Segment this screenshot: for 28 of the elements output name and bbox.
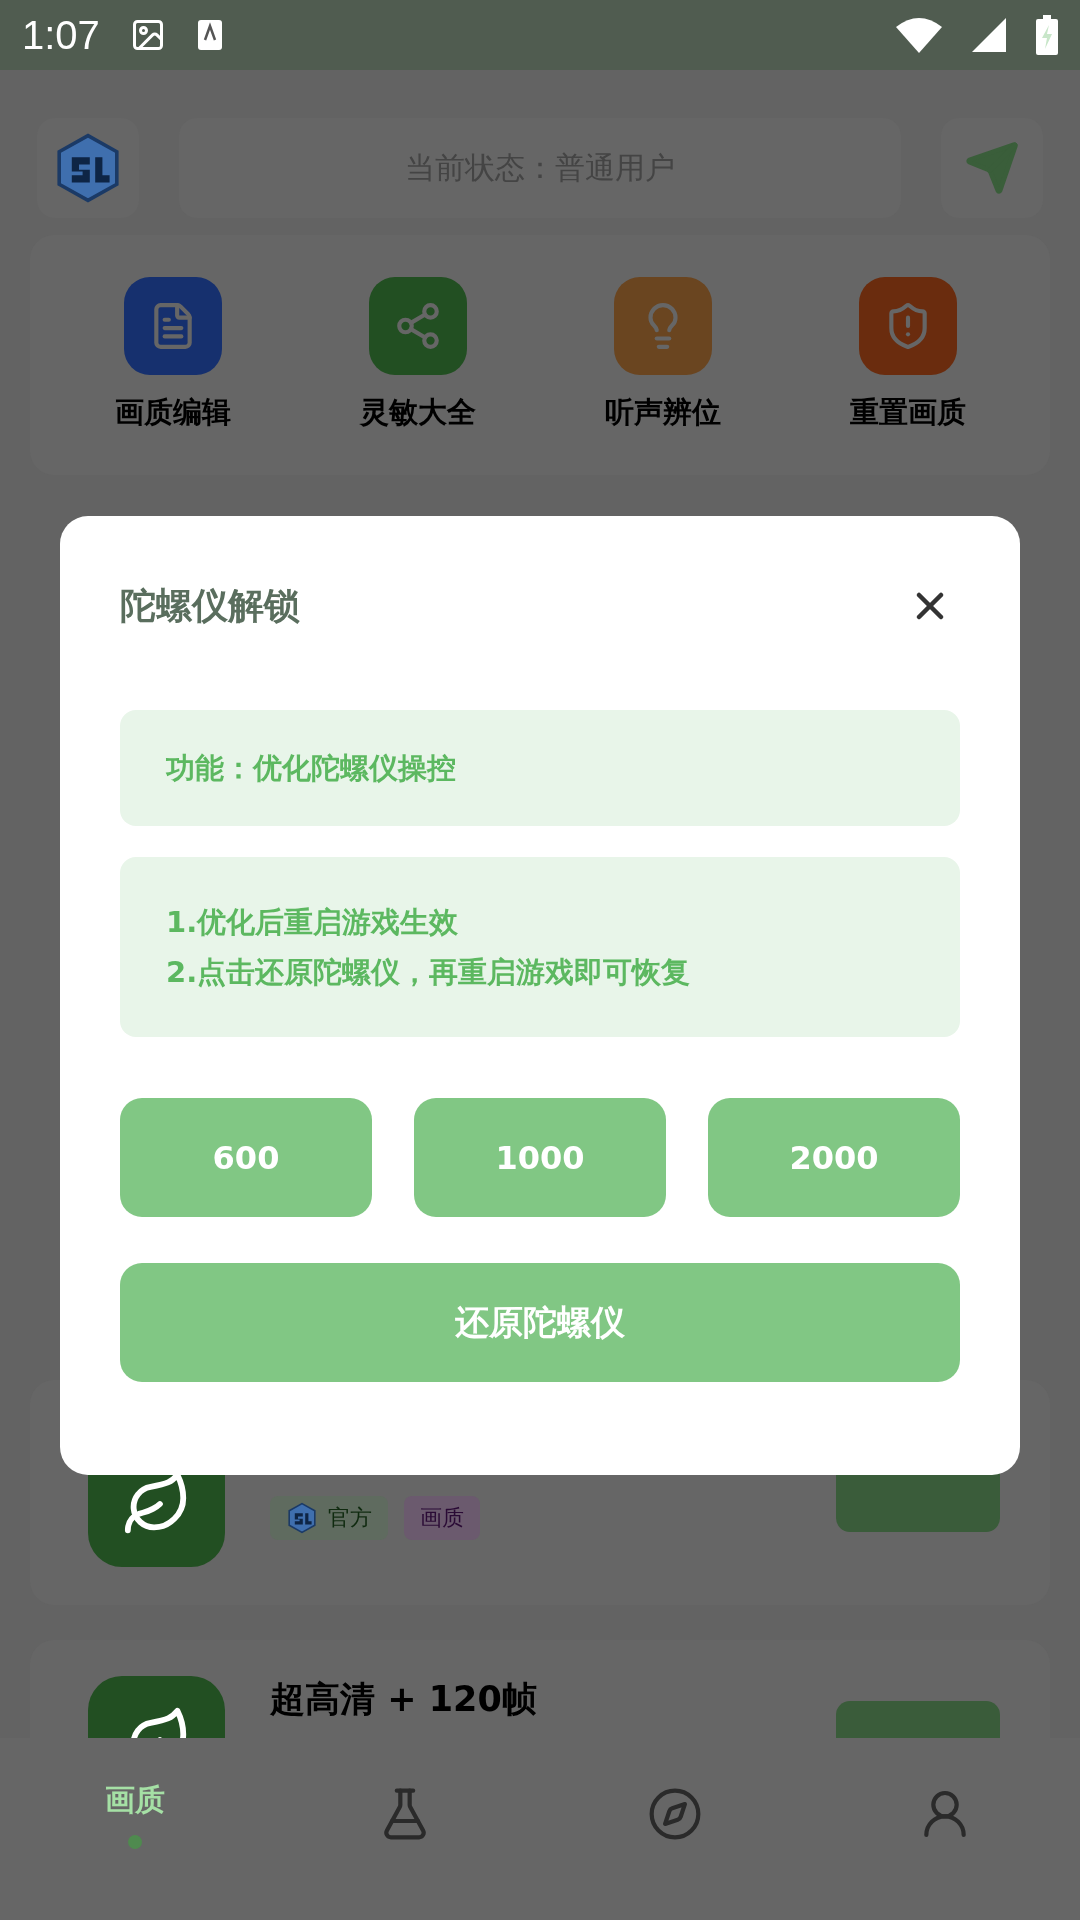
feature-label[interactable]: 画质编辑 (114, 393, 231, 433)
function-text: 功能：优化陀螺仪操控 (166, 750, 457, 787)
feature-icon[interactable] (368, 277, 467, 375)
feature-label[interactable]: 重置画质 (849, 393, 966, 433)
tag-label: 官方 (328, 1504, 372, 1532)
option-button[interactable]: 2000 (708, 1098, 960, 1217)
feature-icon[interactable] (123, 277, 222, 375)
restore-button[interactable]: 还原陀螺仪 (120, 1263, 960, 1382)
wifi-icon (896, 17, 942, 53)
nav-tab[interactable]: 画质 (55, 1759, 215, 1869)
feature-label[interactable]: 灵敏大全 (359, 393, 476, 433)
app-title: 超高清 + 120帧 (270, 1680, 538, 1719)
compass-icon (647, 1786, 703, 1842)
option-button[interactable]: 600 (120, 1098, 372, 1217)
status-time: 1:07 (22, 12, 100, 58)
send-icon (964, 140, 1020, 196)
feature-icon[interactable] (613, 277, 712, 375)
signal-icon (972, 18, 1006, 52)
battery-icon (1036, 15, 1058, 55)
feature-label[interactable]: 听声辨位 (604, 393, 721, 433)
dialog-title: 陀螺仪解锁 (120, 583, 300, 628)
text-notification-icon (195, 18, 224, 52)
note-text: 2.点击还原陀螺仪，再重启游戏即可恢复 (166, 954, 692, 991)
tag-label: 画质 (420, 1504, 464, 1532)
logo-icon (286, 1502, 318, 1534)
option-button[interactable]: 1000 (414, 1098, 666, 1217)
note-text: 1.优化后重启游戏生效 (166, 904, 460, 941)
feature-icon[interactable] (858, 277, 957, 375)
